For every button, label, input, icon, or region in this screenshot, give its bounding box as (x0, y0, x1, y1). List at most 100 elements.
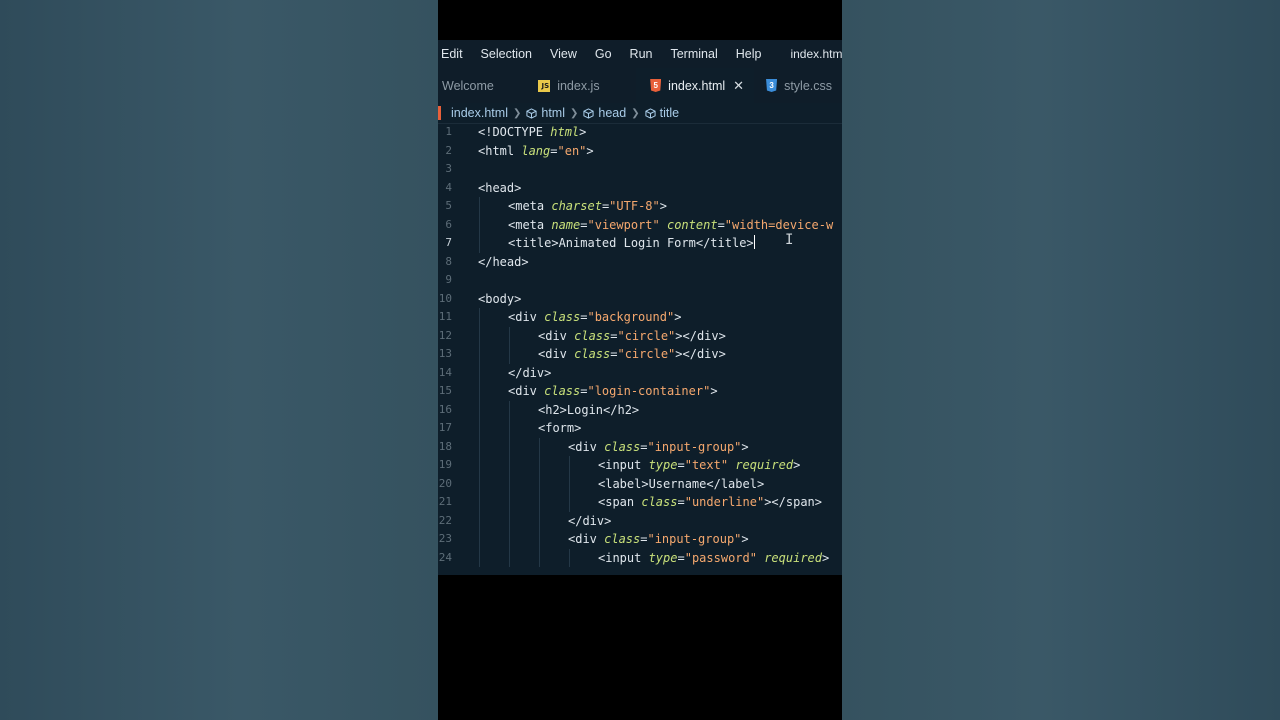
code-line[interactable]: 9 (438, 271, 842, 290)
code-line[interactable]: 12 <div class="circle"></div> (438, 326, 842, 346)
indent-guide (479, 548, 480, 567)
code-line[interactable]: 20 <label>Username</label> (438, 474, 842, 493)
tab-index-js[interactable]: JS index.js (526, 68, 636, 103)
indent-guide (479, 345, 480, 364)
indent-guide (509, 456, 510, 475)
menu-go[interactable]: Go (592, 47, 612, 61)
indent-guide (509, 474, 510, 493)
code-token: <div (568, 439, 605, 454)
code-token: </div> (508, 365, 552, 380)
tab-style-css[interactable]: 3 style.css (754, 68, 842, 103)
code-text: <div class="circle"></div> (538, 327, 726, 346)
code-token: "input-group" (647, 532, 742, 546)
code-line[interactable]: 8 </head> (438, 253, 842, 272)
code-line[interactable]: 13 <div class="circle"></div> (438, 345, 842, 364)
line-number: 19 (438, 458, 452, 471)
indent-guide (539, 437, 540, 456)
code-text: <title>Animated Login Form</title> (508, 234, 755, 253)
code-token: > (659, 199, 667, 213)
code-text: <div class="input-group"> (568, 530, 749, 549)
menu-terminal[interactable]: Terminal (667, 47, 717, 61)
menu-help[interactable]: Help (733, 47, 762, 61)
indent-guide (479, 419, 480, 438)
indent-guide (509, 345, 510, 364)
line-number: 7 (445, 236, 452, 249)
code-token: <title>Animated Login Form</title> (508, 236, 754, 250)
indent-guide (569, 548, 570, 567)
breadcrumb-file[interactable]: index.html (438, 106, 508, 120)
indent-guide (539, 456, 540, 475)
code-line[interactable]: 23 <div class="input-group"> (438, 530, 842, 549)
code-line[interactable]: 11 <div class="background"> (438, 308, 842, 327)
code-token: "password" (684, 550, 757, 565)
line-number: 18 (438, 439, 452, 453)
code-token: <label>Username</label> (598, 476, 765, 491)
line-number: 1 (445, 125, 452, 138)
code-token: <html (478, 143, 522, 158)
code-token: ></div> (675, 328, 726, 343)
code-token: > (586, 143, 594, 158)
code-line[interactable]: 18 <div class="input-group"> (438, 437, 842, 456)
code-token: "UTF-8" (609, 199, 660, 213)
menu-selection[interactable]: Selection (478, 47, 532, 61)
code-token: class (574, 328, 611, 343)
menu-run[interactable]: Run (627, 47, 653, 61)
indent-guide (479, 215, 480, 234)
indent-guide (509, 400, 510, 419)
code-line[interactable]: 10 <body> (438, 290, 842, 309)
code-text: <div class="background"> (508, 308, 681, 327)
code-token: > (741, 532, 749, 546)
code-token: = (717, 217, 725, 232)
code-line[interactable]: 16 <h2>Login</h2> (438, 400, 842, 419)
code-line[interactable]: 19 <input type="text" required> (438, 456, 842, 475)
code-line[interactable]: 24 <input type="password" required> (438, 548, 842, 567)
breadcrumb-html[interactable]: html (526, 106, 565, 120)
tab-index-html[interactable]: 5 index.html ✕ (636, 68, 755, 103)
code-line[interactable]: 15 <div class="login-container"> (438, 382, 842, 401)
line-number: 15 (438, 384, 452, 397)
code-area[interactable]: 1 <!DOCTYPE html> 2 <html lang="en"> 3 4 <head… (438, 123, 842, 567)
code-text: <span class="underline"></span> (598, 493, 822, 512)
code-token: <input (598, 458, 649, 472)
indent-guide (479, 308, 480, 327)
line-number: 14 (438, 365, 452, 379)
tab-label: index.js (557, 78, 600, 93)
code-line[interactable]: 2 <html lang="en"> (438, 142, 842, 161)
tab-label: style.css (784, 78, 832, 93)
indent-guide (479, 197, 480, 216)
code-line[interactable]: 7 <title>Animated Login Form</title> (438, 234, 842, 253)
line-number: 12 (438, 328, 452, 342)
code-token: > (710, 384, 718, 398)
chevron-right-icon: ❯ (512, 107, 522, 119)
code-token: <body> (478, 291, 522, 306)
code-text: </div> (568, 512, 611, 531)
indent-guide (539, 530, 540, 549)
code-token: = (550, 143, 558, 158)
code-text: <div class="login-container"> (508, 382, 718, 401)
code-line[interactable]: 14 </div> (438, 363, 842, 382)
code-line[interactable]: 22 </div> (438, 511, 842, 531)
code-token: "underline" (684, 495, 765, 509)
breadcrumb-title[interactable]: title (645, 106, 679, 120)
code-line[interactable]: 1 <!DOCTYPE html> (438, 123, 842, 142)
background-left (0, 0, 438, 720)
indent-guide (479, 382, 480, 401)
breadcrumb-label: title (659, 106, 680, 120)
code-line[interactable]: 21 <span class="underline"></span> (438, 493, 842, 512)
line-number: 9 (445, 273, 452, 286)
indent-guide (539, 511, 540, 530)
menu-edit[interactable]: Edit (438, 47, 463, 61)
code-line[interactable]: 5 <meta charset="UTF-8"> (438, 197, 842, 216)
line-number: 22 (438, 513, 452, 527)
code-line[interactable]: 4 <head> (438, 179, 842, 198)
code-line[interactable]: 6 <meta name="viewport" content="width=de… (438, 215, 842, 234)
code-token: = (580, 217, 588, 232)
breadcrumb-head[interactable]: head (583, 106, 626, 120)
menu-view[interactable]: View (547, 47, 577, 61)
close-icon[interactable]: ✕ (733, 78, 744, 94)
code-line[interactable]: 17 <form> (438, 419, 842, 438)
indent-guide (479, 363, 480, 382)
tab-welcome[interactable]: Welcome (438, 68, 526, 103)
code-token: charset (551, 199, 602, 213)
code-line[interactable]: 3 (438, 160, 842, 179)
